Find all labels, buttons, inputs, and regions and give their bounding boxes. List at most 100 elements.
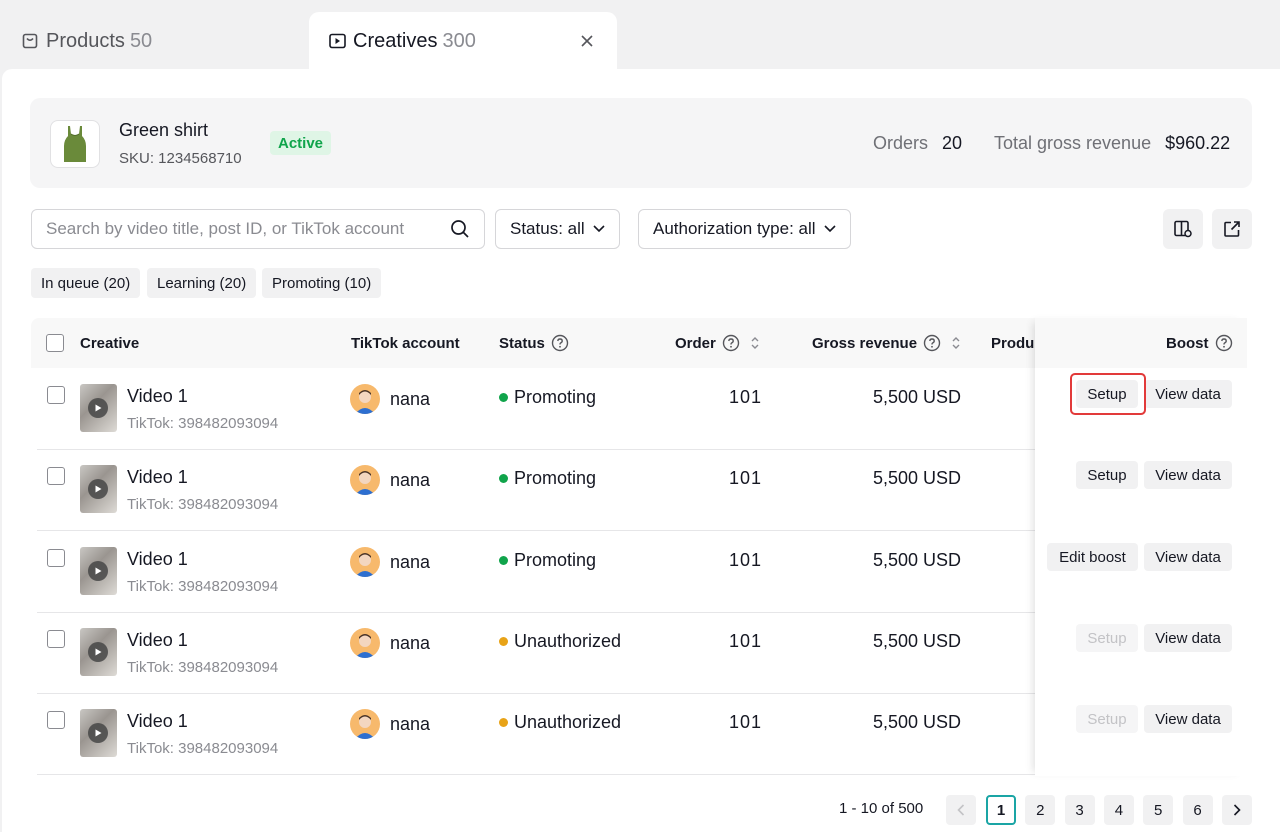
select-all-checkbox[interactable]: [46, 334, 64, 352]
play-icon: [88, 398, 108, 418]
help-icon[interactable]: [551, 334, 569, 352]
close-icon[interactable]: [577, 31, 597, 51]
status-filter-dropdown[interactable]: Status: all: [495, 209, 620, 249]
creative-status: Unauthorized: [499, 631, 621, 652]
orders-metric: Orders 20: [873, 133, 962, 154]
header-gross-revenue: Gross revenue: [812, 318, 961, 368]
video-thumbnail[interactable]: [80, 709, 117, 757]
tab-label: Creatives: [353, 29, 438, 52]
video-title[interactable]: Video 1: [127, 711, 188, 732]
page-button[interactable]: 5: [1143, 795, 1174, 825]
edit-boost-button[interactable]: Edit boost: [1047, 543, 1138, 571]
export-button[interactable]: [1212, 209, 1252, 249]
view-data-button[interactable]: View data: [1144, 705, 1232, 733]
column-settings-button[interactable]: [1163, 209, 1203, 249]
header-creative: Creative: [80, 334, 140, 352]
setup-boost-button[interactable]: Setup: [1076, 705, 1138, 733]
page-button[interactable]: 1: [986, 795, 1016, 825]
view-data-button[interactable]: View data: [1144, 380, 1232, 408]
tiktok-account-name: nana: [390, 633, 431, 653]
auth-type-filter-dropdown[interactable]: Authorization type: all: [638, 209, 851, 249]
header-status: Status: [499, 318, 569, 368]
prev-page-button[interactable]: [946, 795, 976, 825]
search-box: [31, 209, 485, 249]
video-thumbnail[interactable]: [80, 547, 117, 595]
chip-promoting[interactable]: Promoting (10): [262, 268, 382, 298]
status-dot: [499, 718, 508, 727]
tab-products[interactable]: Products 50: [22, 12, 152, 70]
sort-icon[interactable]: [951, 336, 961, 350]
avatar: [350, 384, 380, 414]
row-checkbox[interactable]: [47, 630, 65, 648]
video-title[interactable]: Video 1: [127, 467, 188, 488]
page-button[interactable]: 6: [1182, 795, 1213, 825]
video-title[interactable]: Video 1: [127, 386, 188, 407]
shopping-bag-icon: [22, 32, 40, 50]
view-data-button[interactable]: View data: [1144, 461, 1232, 489]
order-count: 101: [729, 550, 763, 570]
row-checkbox[interactable]: [47, 467, 65, 485]
video-thumbnail[interactable]: [80, 384, 117, 432]
row-checkbox[interactable]: [47, 549, 65, 567]
column-settings-icon: [1173, 219, 1193, 239]
product-sku: SKU: 1234568710: [119, 150, 242, 167]
search-icon[interactable]: [450, 219, 470, 239]
setup-boost-button[interactable]: Setup: [1076, 624, 1138, 652]
play-icon: [88, 642, 108, 662]
view-data-button[interactable]: View data: [1144, 543, 1232, 571]
view-data-button[interactable]: View data: [1144, 624, 1232, 652]
external-link-icon: [1223, 220, 1241, 238]
page-button[interactable]: 4: [1103, 795, 1134, 825]
gross-revenue: 5,500 USD: [872, 387, 961, 407]
tab-creatives[interactable]: Creatives 300: [309, 12, 617, 70]
tab-count: 300: [442, 29, 476, 52]
video-title[interactable]: Video 1: [127, 630, 188, 651]
creative-status: Promoting: [499, 468, 596, 489]
header-product: Produ: [991, 334, 1035, 352]
video-thumbnail[interactable]: [80, 465, 117, 513]
page-button[interactable]: 3: [1064, 795, 1095, 825]
next-page-button[interactable]: [1222, 795, 1252, 825]
header-tiktok-account: TikTok account: [351, 334, 460, 352]
video-post-id: TikTok: 398482093094: [127, 578, 279, 595]
status-dot: [499, 393, 508, 402]
page-button[interactable]: 2: [1025, 795, 1056, 825]
header-status-label: Status: [499, 334, 545, 352]
setup-boost-button[interactable]: Setup: [1076, 461, 1138, 489]
revenue-metric: Total gross revenue $960.22: [994, 133, 1230, 154]
help-icon[interactable]: [923, 334, 941, 352]
order-count: 101: [729, 712, 763, 732]
row-checkbox[interactable]: [47, 711, 65, 729]
search-input[interactable]: [46, 219, 436, 239]
header-boost-label: Boost: [1166, 334, 1209, 352]
gross-revenue: 5,500 USD: [872, 550, 961, 570]
header-revenue-label: Gross revenue: [812, 334, 918, 352]
creative-status: Promoting: [499, 550, 596, 571]
creative-status: Unauthorized: [499, 712, 621, 733]
setup-button-highlight: [1070, 373, 1146, 415]
status-label: Promoting: [514, 387, 597, 407]
header-order-label: Order: [675, 334, 716, 352]
video-title[interactable]: Video 1: [127, 549, 188, 570]
status-dot: [499, 637, 508, 646]
tab-count: 50: [129, 29, 153, 52]
status-badge: Active: [270, 131, 332, 155]
row-checkbox[interactable]: [47, 386, 65, 404]
sort-icon[interactable]: [750, 336, 760, 350]
revenue-label: Total gross revenue: [994, 133, 1152, 153]
chip-in-queue[interactable]: In queue (20): [31, 268, 141, 298]
help-icon[interactable]: [1215, 334, 1233, 352]
avatar: [350, 465, 380, 495]
video-thumbnail[interactable]: [80, 628, 117, 676]
product-summary-card: Green shirt SKU: 1234568710 Active Order…: [30, 98, 1252, 188]
video-post-id: TikTok: 398482093094: [127, 659, 279, 676]
status-label: Promoting: [514, 468, 597, 488]
avatar: [350, 547, 380, 577]
product-name: Green shirt: [119, 120, 209, 140]
help-icon[interactable]: [722, 334, 740, 352]
status-filter-label: Status: all: [510, 219, 585, 238]
boost-header: Boost: [1035, 318, 1247, 368]
video-post-id: TikTok: 398482093094: [127, 415, 279, 432]
chip-learning[interactable]: Learning (20): [147, 268, 257, 298]
orders-label: Orders: [873, 133, 929, 153]
